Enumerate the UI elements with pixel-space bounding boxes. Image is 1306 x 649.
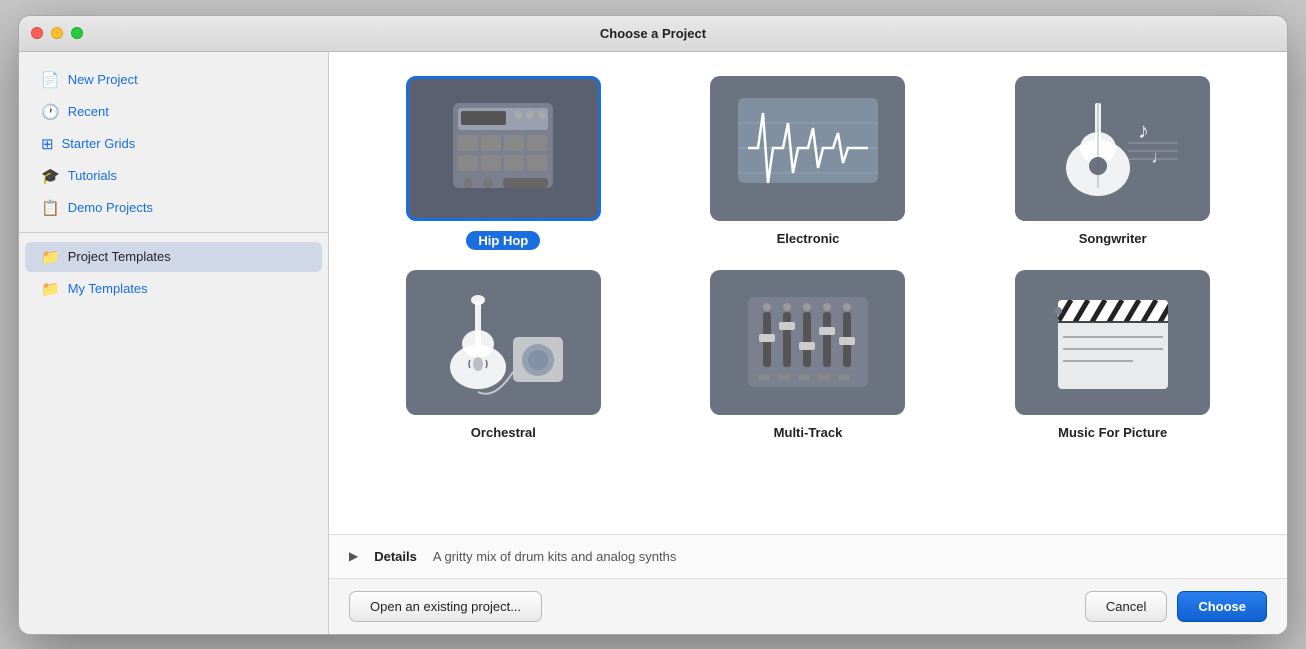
new-project-icon: 📄	[41, 71, 60, 89]
sidebar-item-label: My Templates	[68, 281, 148, 296]
choose-button[interactable]: Choose	[1177, 591, 1267, 622]
details-label: Details	[374, 549, 417, 564]
sidebar-item-label: New Project	[68, 72, 138, 87]
electronic-icon	[728, 93, 888, 203]
templates-grid-area: Hip Hop	[329, 52, 1287, 534]
main-content: 📄 New Project 🕐 Recent ⊞ Starter Grids 🎓…	[19, 52, 1287, 634]
sidebar-item-label: Recent	[68, 104, 109, 119]
template-item-orchestral[interactable]: Orchestral	[361, 270, 646, 440]
sidebar-item-label: Project Templates	[68, 249, 171, 264]
right-panel: Hip Hop	[329, 52, 1287, 634]
bottom-right-buttons: Cancel Choose	[1085, 591, 1267, 622]
templates-grid: Hip Hop	[361, 76, 1255, 440]
template-item-electronic[interactable]: Electronic	[666, 76, 951, 250]
hip-hop-icon	[438, 93, 568, 203]
template-item-music-for-picture[interactable]: Music For Picture	[970, 270, 1255, 440]
svg-text:♪: ♪	[1138, 118, 1149, 143]
sidebar-item-project-templates[interactable]: 📁 Project Templates	[25, 242, 322, 272]
template-item-hip-hop[interactable]: Hip Hop	[361, 76, 646, 250]
template-label-electronic: Electronic	[777, 231, 840, 246]
window-title: Choose a Project	[600, 26, 706, 41]
sidebar: 📄 New Project 🕐 Recent ⊞ Starter Grids 🎓…	[19, 52, 329, 634]
template-label-multi-track: Multi-Track	[774, 425, 843, 440]
orchestral-icon	[423, 282, 583, 402]
sidebar-item-my-templates[interactable]: 📁 My Templates	[25, 274, 322, 304]
template-item-songwriter[interactable]: ♪ ♩ Songwriter	[970, 76, 1255, 250]
template-item-multi-track[interactable]: Multi-Track	[666, 270, 951, 440]
music-for-picture-icon	[1033, 282, 1193, 402]
minimize-button[interactable]	[51, 27, 63, 39]
my-templates-icon: 📁	[41, 280, 60, 298]
sidebar-item-tutorials[interactable]: 🎓 Tutorials	[25, 161, 322, 191]
recent-icon: 🕐	[41, 103, 60, 121]
close-button[interactable]	[31, 27, 43, 39]
details-chevron-icon[interactable]: ▶	[349, 549, 358, 563]
cancel-button[interactable]: Cancel	[1085, 591, 1167, 622]
template-thumb-orchestral	[406, 270, 601, 415]
sidebar-item-label: Tutorials	[68, 168, 117, 183]
sidebar-item-demo-projects[interactable]: 📋 Demo Projects	[25, 193, 322, 223]
main-window: Choose a Project 📄 New Project 🕐 Recent …	[18, 15, 1288, 635]
sidebar-item-recent[interactable]: 🕐 Recent	[25, 97, 322, 127]
template-label-songwriter: Songwriter	[1079, 231, 1147, 246]
template-thumb-electronic	[710, 76, 905, 221]
tutorials-icon: 🎓	[41, 167, 60, 185]
sidebar-item-label: Starter Grids	[62, 136, 136, 151]
template-thumb-music-for-picture	[1015, 270, 1210, 415]
template-thumb-hip-hop	[406, 76, 601, 221]
project-templates-icon: 📁	[41, 248, 60, 266]
starter-grids-icon: ⊞	[41, 135, 54, 153]
sidebar-item-starter-grids[interactable]: ⊞ Starter Grids	[25, 129, 322, 159]
details-text: A gritty mix of drum kits and analog syn…	[433, 549, 677, 564]
songwriter-icon: ♪ ♩	[1033, 88, 1193, 208]
demo-projects-icon: 📋	[41, 199, 60, 217]
traffic-lights	[31, 27, 83, 39]
bottom-bar: Open an existing project... Cancel Choos…	[329, 578, 1287, 634]
template-label-hip-hop: Hip Hop	[466, 231, 540, 250]
multi-track-icon	[728, 282, 888, 402]
sidebar-item-label: Demo Projects	[68, 200, 153, 215]
details-bar: ▶ Details A gritty mix of drum kits and …	[329, 534, 1287, 578]
open-existing-button[interactable]: Open an existing project...	[349, 591, 542, 622]
sidebar-divider	[19, 232, 328, 233]
maximize-button[interactable]	[71, 27, 83, 39]
title-bar: Choose a Project	[19, 16, 1287, 52]
template-thumb-songwriter: ♪ ♩	[1015, 76, 1210, 221]
svg-text:♩: ♩	[1151, 147, 1169, 167]
sidebar-item-new-project[interactable]: 📄 New Project	[25, 65, 322, 95]
template-label-orchestral: Orchestral	[471, 425, 536, 440]
template-label-music-for-picture: Music For Picture	[1058, 425, 1167, 440]
template-thumb-multi-track	[710, 270, 905, 415]
